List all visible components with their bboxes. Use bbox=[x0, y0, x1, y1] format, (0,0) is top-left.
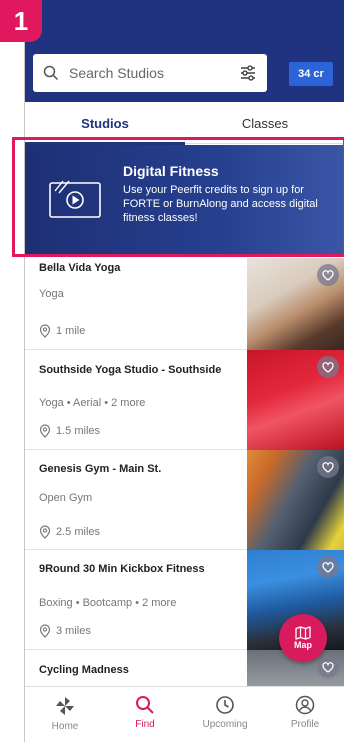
distance-text: 1.5 miles bbox=[56, 425, 101, 437]
studio-photo bbox=[247, 350, 344, 450]
studio-distance: 2.5 miles bbox=[39, 525, 100, 539]
favorite-heart-icon[interactable] bbox=[317, 356, 339, 378]
studio-card[interactable]: Bella Vida Yoga Yoga 1 mile bbox=[25, 258, 344, 358]
search-placeholder: Search Studios bbox=[69, 65, 164, 81]
favorite-heart-icon[interactable] bbox=[317, 656, 339, 678]
tab-classes[interactable]: Classes bbox=[185, 102, 344, 144]
credits-badge[interactable]: 34 cr bbox=[289, 62, 333, 86]
location-pin-icon bbox=[39, 624, 51, 638]
studio-distance: 1 mile bbox=[39, 324, 85, 338]
tab-bar: Studios Classes bbox=[25, 102, 344, 145]
nav-find-label: Find bbox=[135, 719, 155, 730]
nav-profile[interactable]: Profile bbox=[265, 687, 344, 742]
nav-home[interactable]: Home bbox=[25, 687, 105, 742]
studio-card[interactable]: Genesis Gym - Main St. Open Gym 2.5 mile… bbox=[25, 450, 344, 550]
studio-card[interactable]: Southside Yoga Studio - Southside Yoga •… bbox=[25, 350, 344, 450]
studio-category: Yoga bbox=[39, 288, 64, 300]
location-pin-icon bbox=[39, 324, 51, 338]
search-icon bbox=[43, 65, 59, 81]
top-bar: Search Studios 34 cr bbox=[25, 0, 344, 102]
nav-find[interactable]: Find bbox=[105, 687, 185, 742]
studio-name: Cycling Madness bbox=[39, 664, 129, 676]
favorite-heart-icon[interactable] bbox=[317, 556, 339, 578]
favorite-heart-icon[interactable] bbox=[317, 264, 339, 286]
user-icon bbox=[295, 695, 315, 715]
studio-name: Southside Yoga Studio - Southside bbox=[39, 364, 222, 376]
step-number-badge: 1 bbox=[0, 0, 42, 42]
studio-category: Boxing • Bootcamp • 2 more bbox=[39, 597, 177, 609]
video-screen-icon bbox=[49, 180, 101, 218]
phone-screen: Search Studios 34 cr Studios Classes Dig… bbox=[24, 0, 344, 742]
bottom-nav: Home Find Upcoming Profile bbox=[25, 686, 344, 742]
map-button-label: Map bbox=[294, 640, 312, 650]
banner-title: Digital Fitness bbox=[123, 163, 219, 179]
digital-fitness-banner[interactable]: Digital Fitness Use your Peerfit credits… bbox=[25, 145, 344, 255]
banner-text: Use your Peerfit credits to sign up for … bbox=[123, 184, 318, 224]
map-button[interactable]: Map bbox=[279, 614, 327, 662]
distance-text: 3 miles bbox=[56, 625, 91, 637]
studio-photo bbox=[247, 258, 344, 358]
studio-name: Genesis Gym - Main St. bbox=[39, 463, 162, 475]
search-input[interactable]: Search Studios bbox=[33, 54, 267, 92]
studio-category: Open Gym bbox=[39, 492, 93, 504]
pinwheel-icon bbox=[56, 697, 74, 715]
location-pin-icon bbox=[39, 424, 51, 438]
nav-profile-label: Profile bbox=[290, 719, 320, 730]
studio-distance: 3 miles bbox=[39, 624, 91, 638]
distance-text: 1 mile bbox=[56, 325, 86, 337]
nav-upcoming[interactable]: Upcoming bbox=[185, 687, 265, 742]
map-icon bbox=[295, 626, 311, 640]
tab-studios[interactable]: Studios bbox=[25, 102, 185, 145]
location-pin-icon bbox=[39, 525, 51, 539]
favorite-heart-icon[interactable] bbox=[317, 456, 339, 478]
studio-photo bbox=[247, 450, 344, 550]
studio-distance: 1.5 miles bbox=[39, 424, 100, 438]
clock-icon bbox=[216, 696, 234, 714]
distance-text: 2.5 miles bbox=[56, 526, 101, 538]
filter-icon[interactable] bbox=[239, 65, 257, 81]
nav-upcoming-label: Upcoming bbox=[202, 719, 248, 730]
nav-home-label: Home bbox=[51, 721, 79, 732]
studio-category: Yoga • Aerial • 2 more bbox=[39, 397, 146, 409]
search-icon bbox=[136, 696, 154, 714]
studio-name: Bella Vida Yoga bbox=[39, 262, 121, 274]
studio-name: 9Round 30 Min Kickbox Fitness bbox=[39, 563, 205, 575]
